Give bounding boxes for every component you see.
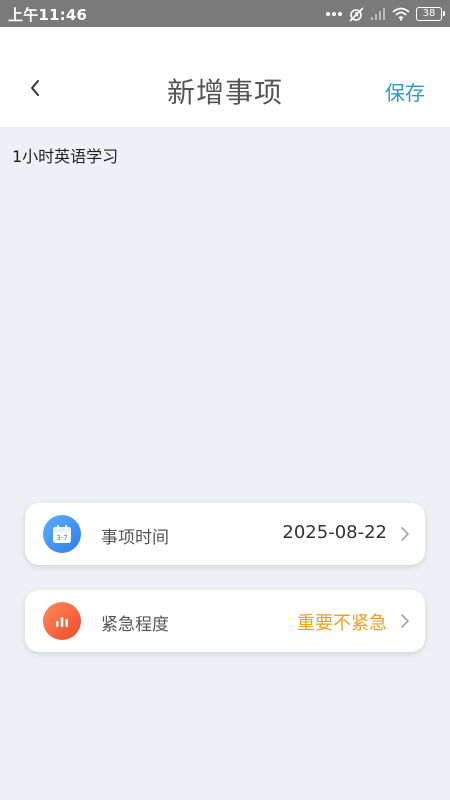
chevron-right-icon xyxy=(401,614,409,628)
item-text-input[interactable]: 1小时英语学习 xyxy=(12,143,118,167)
status-bar: 上午11:46 38 xyxy=(0,0,450,27)
urgency-field-value: 重要不紧急 xyxy=(297,613,387,634)
urgency-field-label: 紧急程度 xyxy=(101,615,169,635)
bar-chart-icon xyxy=(43,602,81,640)
chevron-right-icon xyxy=(401,527,409,541)
battery-icon: 38 xyxy=(416,7,445,21)
time-field-row[interactable]: 3-7 事项时间 2025-08-22 xyxy=(25,503,425,565)
header: 新增事项 保存 xyxy=(0,27,450,127)
wifi-icon xyxy=(392,7,410,21)
app-root: 上午11:46 38 新增事项 保存 1小时英语学习 3-7 事项时间 2025… xyxy=(0,0,450,800)
svg-text:3-7: 3-7 xyxy=(56,534,67,542)
time-field-label: 事项时间 xyxy=(101,528,169,548)
calendar-icon: 3-7 xyxy=(43,515,81,553)
page-title: 新增事项 xyxy=(166,76,283,109)
urgency-field-row[interactable]: 紧急程度 重要不紧急 xyxy=(25,590,425,652)
more-dots-icon xyxy=(326,11,342,17)
status-time: 上午11:46 xyxy=(8,6,88,24)
save-button[interactable]: 保存 xyxy=(385,77,425,106)
time-field-value: 2025-08-22 xyxy=(282,522,387,543)
mute-alarm-icon xyxy=(348,6,364,22)
signal-icon xyxy=(370,7,386,21)
status-icons: 38 xyxy=(326,4,445,24)
